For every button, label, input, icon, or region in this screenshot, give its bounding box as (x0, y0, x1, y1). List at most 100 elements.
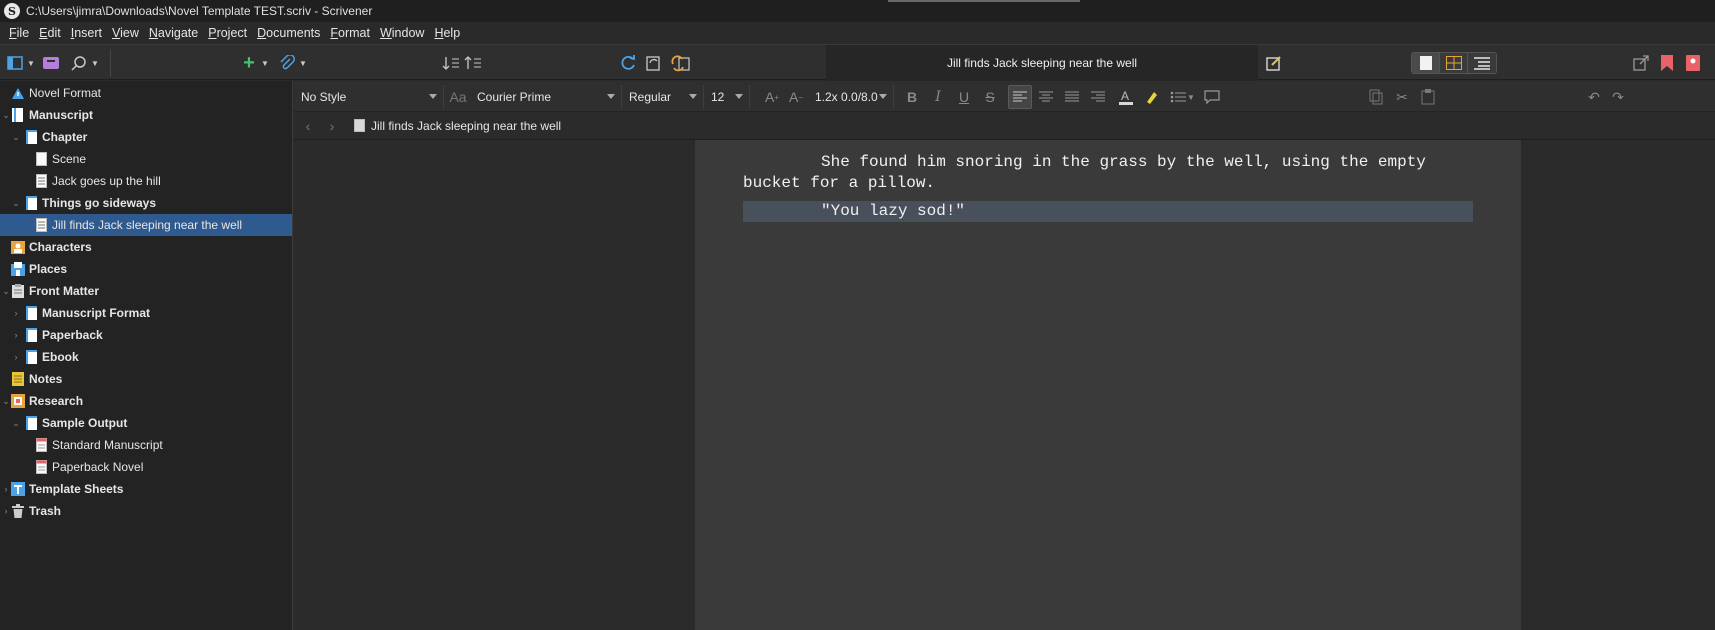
chevron-right-icon[interactable]: › (11, 330, 21, 340)
chevron-down-icon[interactable]: ⌄ (11, 418, 21, 428)
snapshot-icon[interactable] (643, 52, 665, 74)
editor-text-area[interactable]: She found him snoring in the grass by th… (743, 152, 1473, 229)
binder-item[interactable]: Places (0, 258, 292, 280)
search-icon[interactable] (68, 52, 90, 74)
binder-item[interactable]: ⌄ Front Matter (0, 280, 292, 302)
redo-icon[interactable]: ↷ (1606, 85, 1630, 109)
bold-icon[interactable]: B (900, 85, 924, 109)
pdf-icon (34, 460, 48, 474)
binder-toggle-dropdown[interactable]: ▼ (26, 52, 36, 74)
strikethrough-icon[interactable]: S (978, 85, 1002, 109)
binder-item[interactable]: Standard Manuscript (0, 434, 292, 456)
binder-item-label: Sample Output (42, 416, 128, 430)
menu-help[interactable]: Help (429, 26, 465, 40)
binder-item[interactable]: Jill finds Jack sleeping near the well (0, 214, 292, 236)
style-select[interactable]: No Style (296, 85, 444, 109)
search-dropdown[interactable]: ▼ (90, 52, 100, 74)
chevron-down-icon[interactable]: ⌄ (1, 396, 11, 406)
chevron-down-icon[interactable]: ⌄ (11, 132, 21, 142)
paste-icon[interactable] (1416, 85, 1440, 109)
chevron-right-icon[interactable]: › (11, 352, 21, 362)
binder-item[interactable]: ⌄ Chapter (0, 126, 292, 148)
inspector-icon[interactable] (1682, 52, 1704, 74)
font-size-increase-icon[interactable]: A + (760, 85, 784, 109)
copy-icon[interactable] (1364, 85, 1388, 109)
binder-item-label: Notes (29, 372, 63, 386)
menu-insert[interactable]: Insert (66, 26, 107, 40)
font-weight-select[interactable]: Regular (624, 85, 704, 109)
chevron-down-icon[interactable]: ⌄ (1, 286, 11, 296)
menu-edit[interactable]: Edit (34, 26, 66, 40)
underline-icon[interactable]: U (952, 85, 976, 109)
single-view-icon[interactable] (1412, 53, 1440, 73)
bookmark-icon[interactable] (1656, 52, 1678, 74)
menu-window[interactable]: Window (375, 26, 429, 40)
binder-toggle-icon[interactable] (4, 52, 26, 74)
nav-back-icon[interactable]: ‹ (296, 114, 320, 138)
binder-item[interactable]: ⌄ Sample Output (0, 412, 292, 434)
chevron-down-icon[interactable]: ⌄ (1, 110, 11, 120)
comment-icon[interactable] (1200, 85, 1224, 109)
align-center-icon[interactable] (1034, 85, 1058, 109)
menu-file[interactable]: File (4, 26, 34, 40)
font-size-select[interactable]: 12 (706, 85, 750, 109)
list-dropdown[interactable]: ▼ (1184, 85, 1198, 109)
header-document-name[interactable]: Jill finds Jack sleeping near the well (371, 119, 561, 133)
inspector-note-icon[interactable] (1263, 52, 1285, 74)
scrivener-logo-icon[interactable]: S (4, 3, 20, 19)
binder-item[interactable]: Jack goes up the hill (0, 170, 292, 192)
add-dropdown[interactable]: ▼ (260, 52, 270, 74)
binder-item[interactable]: Paperback Novel (0, 456, 292, 478)
composition-icon[interactable] (40, 52, 62, 74)
align-left-icon[interactable] (1008, 85, 1032, 109)
binder-item[interactable]: ⌄ Things go sideways (0, 192, 292, 214)
italic-icon[interactable]: I (926, 85, 950, 109)
binder-item[interactable]: › Paperback (0, 324, 292, 346)
binder-item[interactable]: › Manuscript Format (0, 302, 292, 324)
editor-paragraph[interactable]: She found him snoring in the grass by th… (743, 152, 1473, 194)
menu-format[interactable]: Format (325, 26, 375, 40)
share-icon[interactable] (1630, 52, 1652, 74)
toolbar-sync-group (617, 45, 691, 81)
undo-icon[interactable]: ↶ (1582, 85, 1606, 109)
sort-up-icon[interactable] (462, 52, 484, 74)
chevron-down-icon[interactable]: ⌄ (11, 198, 21, 208)
sort-down-icon[interactable] (440, 52, 462, 74)
menu-view[interactable]: View (107, 26, 144, 40)
outline-icon[interactable] (1468, 53, 1496, 73)
attachment-icon[interactable] (276, 52, 298, 74)
chevron-down-icon (689, 94, 697, 99)
font-size-decrease-icon[interactable]: A − (784, 85, 808, 109)
binder-item[interactable]: Scene (0, 148, 292, 170)
chevron-right-icon[interactable]: › (11, 308, 21, 318)
nav-forward-icon[interactable]: › (320, 114, 344, 138)
add-icon[interactable]: + (238, 52, 260, 74)
cut-icon[interactable]: ✂ (1390, 85, 1414, 109)
menu-project[interactable]: Project (203, 26, 252, 40)
align-right-icon[interactable] (1086, 85, 1110, 109)
highlight-icon[interactable] (1140, 85, 1164, 109)
chevron-right-icon[interactable]: › (1, 506, 11, 516)
chevron-right-icon[interactable]: › (1, 484, 11, 494)
font-panel-icon[interactable]: Aa (446, 85, 470, 109)
editor-paragraph-current[interactable]: "You lazy sod!" (743, 201, 1473, 222)
sync-icon[interactable] (617, 52, 639, 74)
binder-item[interactable]: › Template Sheets (0, 478, 292, 500)
corkboard-icon[interactable] (1440, 53, 1468, 73)
binder-item[interactable]: ⌄ Research (0, 390, 292, 412)
binder-item[interactable]: › Ebook (0, 346, 292, 368)
binder-item[interactable]: ⌄ Manuscript (0, 104, 292, 126)
binder-item[interactable]: Novel Format (0, 82, 292, 104)
binder-item[interactable]: Characters (0, 236, 292, 258)
align-justify-icon[interactable] (1060, 85, 1084, 109)
text-color-icon[interactable]: A (1114, 85, 1138, 109)
menu-navigate[interactable]: Navigate (144, 26, 203, 40)
line-spacing-select[interactable]: 1.2x 0.0/8.0 (810, 85, 894, 109)
binder-item[interactable]: Notes (0, 368, 292, 390)
font-family-select[interactable]: Courier Prime (472, 85, 622, 109)
binder-item[interactable]: › Trash (0, 500, 292, 522)
attachment-dropdown[interactable]: ▼ (298, 52, 308, 74)
editor-header-bar: ‹ › Jill finds Jack sleeping near the we… (294, 112, 1715, 140)
compare-icon[interactable] (669, 52, 691, 74)
menu-documents[interactable]: Documents (252, 26, 325, 40)
